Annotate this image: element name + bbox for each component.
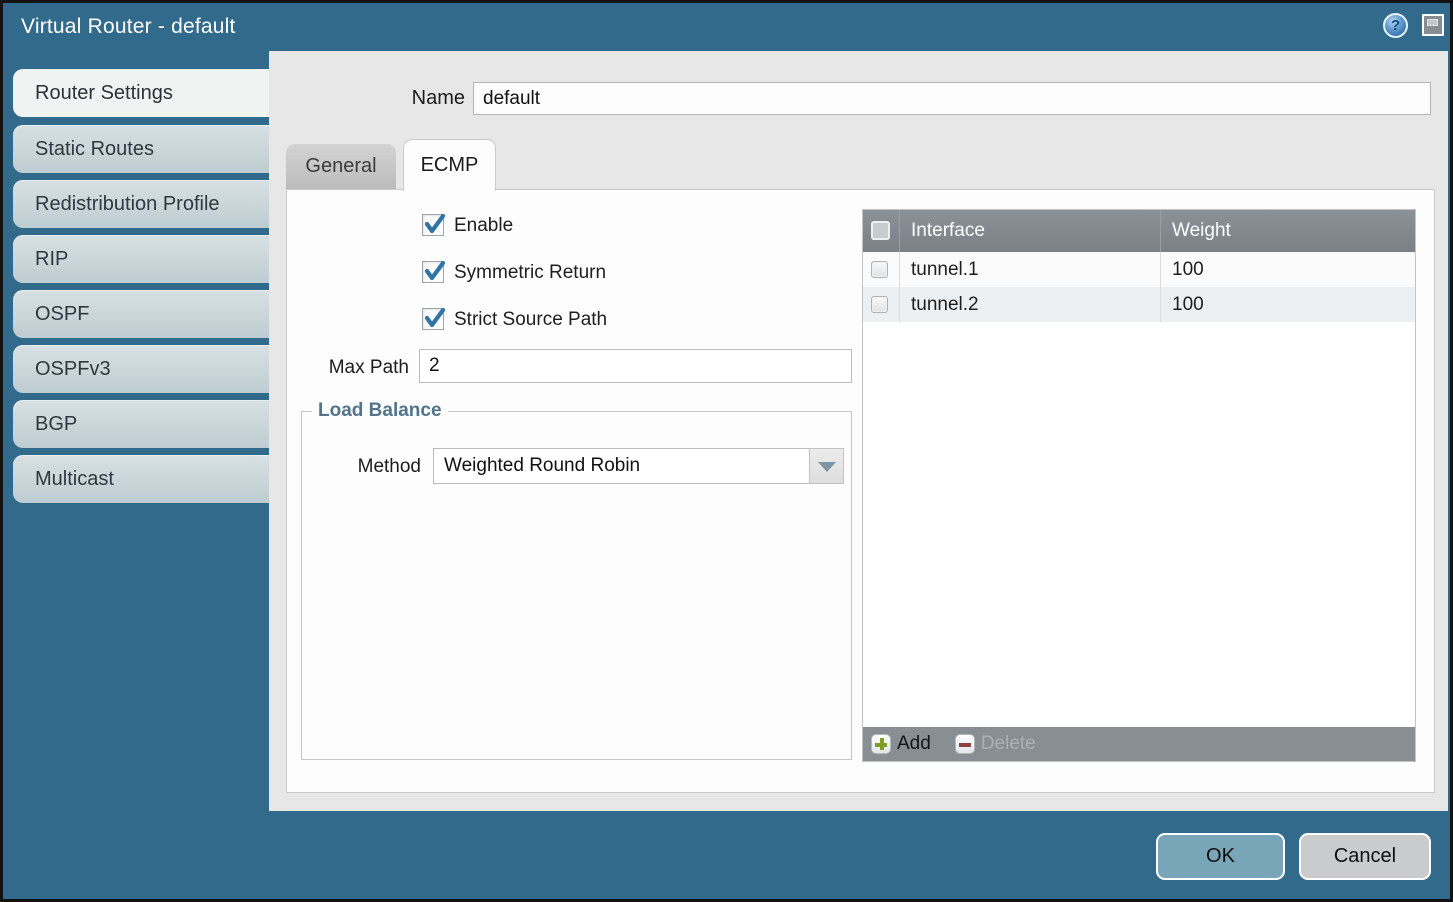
sidebar-item-redistribution-profile[interactable]: Redistribution Profile xyxy=(13,180,269,228)
minus-icon xyxy=(955,734,975,754)
row-checkbox[interactable] xyxy=(871,296,888,313)
table-row[interactable]: tunnel.1 100 xyxy=(863,252,1415,287)
delete-button-label: Delete xyxy=(981,733,1036,755)
symmetric-return-checkbox[interactable] xyxy=(422,261,444,283)
name-input[interactable] xyxy=(473,82,1431,115)
help-icon[interactable]: ? xyxy=(1383,13,1408,38)
row-checkbox-cell xyxy=(863,287,899,322)
strict-source-path-label: Strict Source Path xyxy=(454,309,607,331)
dialog-title: Virtual Router - default xyxy=(21,15,236,39)
cell-weight: 100 xyxy=(1160,287,1415,322)
row-checkbox[interactable] xyxy=(871,261,888,278)
tab-ecmp[interactable]: ECMP xyxy=(403,139,496,191)
table-row[interactable]: tunnel.2 100 xyxy=(863,287,1415,322)
strict-source-path-checkbox[interactable] xyxy=(422,308,444,330)
virtual-router-dialog: Virtual Router - default ? Router Settin… xyxy=(0,0,1453,902)
cell-interface: tunnel.2 xyxy=(899,287,1160,322)
table-footer: Add Delete xyxy=(863,727,1415,761)
sidebar-item-ospf[interactable]: OSPF xyxy=(13,290,269,338)
checkmark-icon xyxy=(423,307,446,330)
column-header-weight[interactable]: Weight xyxy=(1160,210,1415,252)
method-input[interactable] xyxy=(433,448,810,484)
window-restore-inner xyxy=(1427,19,1438,26)
enable-checkbox[interactable] xyxy=(422,214,444,236)
checkmark-icon xyxy=(423,213,446,236)
select-all-checkbox[interactable] xyxy=(871,221,890,240)
plus-icon xyxy=(871,734,891,754)
cancel-button[interactable]: Cancel xyxy=(1299,833,1431,880)
sidebar-item-multicast[interactable]: Multicast xyxy=(13,455,269,503)
sidebar-item-static-routes[interactable]: Static Routes xyxy=(13,125,269,173)
cell-weight: 100 xyxy=(1160,252,1415,287)
window-restore-icon[interactable] xyxy=(1422,14,1444,36)
column-header-interface[interactable]: Interface xyxy=(899,210,1160,252)
load-balance-legend: Load Balance xyxy=(312,400,448,422)
chevron-down-icon xyxy=(818,462,836,472)
delete-button[interactable]: Delete xyxy=(955,733,1036,755)
sidebar-item-ospfv3[interactable]: OSPFv3 xyxy=(13,345,269,393)
sidebar-item-router-settings[interactable]: Router Settings xyxy=(13,69,269,117)
interface-table: Interface Weight tunnel.1 100 tunnel.2 1… xyxy=(862,209,1416,762)
name-label: Name xyxy=(269,87,465,110)
sidebar-item-bgp[interactable]: BGP xyxy=(13,400,269,448)
method-dropdown-button[interactable] xyxy=(809,448,844,484)
row-checkbox-cell xyxy=(863,252,899,287)
add-button[interactable]: Add xyxy=(871,733,931,755)
sidebar-item-rip[interactable]: RIP xyxy=(13,235,269,283)
max-path-label: Max Path xyxy=(287,357,409,379)
load-balance-group: Load Balance Method xyxy=(301,400,852,760)
add-button-label: Add xyxy=(897,733,931,755)
max-path-input[interactable] xyxy=(419,349,852,383)
method-label: Method xyxy=(302,456,421,478)
ok-button[interactable]: OK xyxy=(1156,833,1285,880)
symmetric-return-label: Symmetric Return xyxy=(454,262,606,284)
checkmark-icon xyxy=(423,260,446,283)
enable-label: Enable xyxy=(454,215,513,237)
table-header: Interface Weight xyxy=(863,210,1415,252)
cell-interface: tunnel.1 xyxy=(899,252,1160,287)
ecmp-panel: Enable Symmetric Return Strict Source Pa… xyxy=(286,189,1435,793)
tab-general[interactable]: General xyxy=(286,144,396,189)
header-checkbox-cell xyxy=(863,210,899,252)
